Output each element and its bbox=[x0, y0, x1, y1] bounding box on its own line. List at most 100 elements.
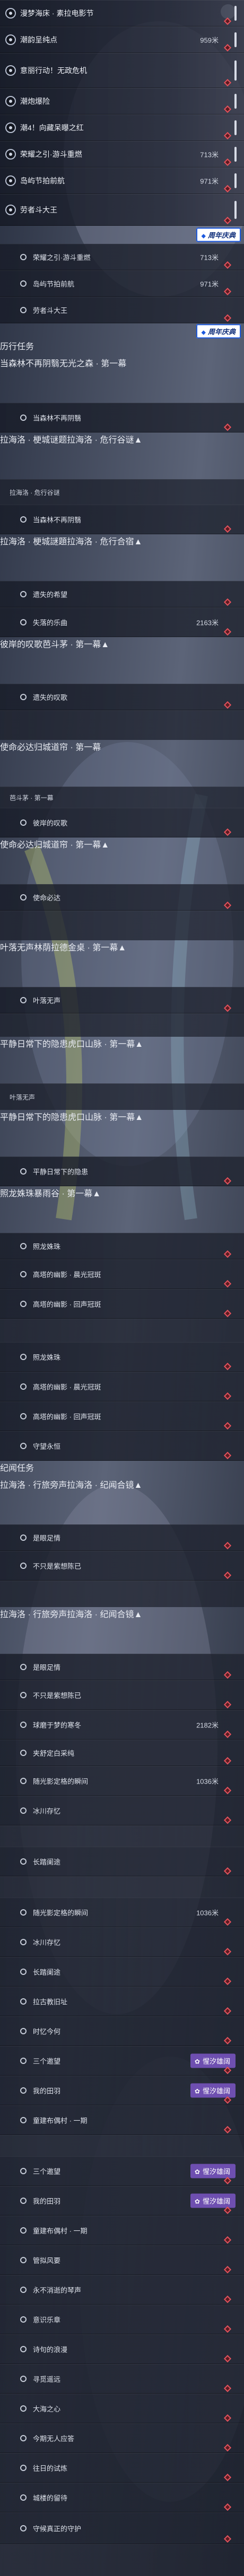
collapse-chevron-icon[interactable]: ▲ bbox=[101, 640, 109, 649]
quest-group-header[interactable]: 拉海洛 · 行旅旁声拉海洛 · 纪闻合镜▲ bbox=[0, 1607, 244, 1654]
collapse-chevron-icon[interactable]: ▲ bbox=[135, 1040, 143, 1049]
quest-group-header[interactable]: 当森林不再阴翳无光之森 · 第一幕 bbox=[0, 356, 244, 403]
location-diamond-icon bbox=[223, 1004, 232, 1012]
step-row[interactable]: 彼岸的叹歌 bbox=[0, 808, 244, 837]
step-row[interactable]: 三个邀望惺汐雄阔 bbox=[0, 2156, 244, 2186]
step-row[interactable]: 岛屿节拍前航 971米 bbox=[0, 270, 244, 297]
step-row[interactable]: 诗句的浪漫 bbox=[0, 2334, 244, 2364]
collapse-chevron-icon[interactable]: ▲ bbox=[134, 537, 142, 546]
step-row[interactable]: 往日的试炼 bbox=[0, 2453, 244, 2483]
step-row[interactable]: 管拟风要 bbox=[0, 2245, 244, 2275]
step-row[interactable]: 三个邀望惺汐雄阔 bbox=[0, 2046, 244, 2076]
quest-row[interactable]: 漫梦海床 · 素拉电影节 bbox=[0, 0, 244, 27]
step-row[interactable]: 大海之心 bbox=[0, 2394, 244, 2423]
quest-group-header[interactable]: 拉海洛 · 梗城謎題拉海洛 · 危行合宿▲ bbox=[0, 534, 244, 581]
step-row[interactable]: 时忆今何 bbox=[0, 2016, 244, 2046]
quest-group-header[interactable]: 拉海洛 · 梗城谜题拉海洛 · 危行谷谜▲ bbox=[0, 433, 244, 479]
step-row[interactable]: 高塔的幽影 · 回声冠斑 bbox=[0, 1289, 244, 1319]
step-row[interactable]: 高塔的幽影 · 回声冠斑 bbox=[0, 1401, 244, 1431]
step-row[interactable]: 童建布偶村 · 一期 bbox=[0, 2105, 244, 2135]
step-row[interactable]: 照龙姝珠 bbox=[0, 1233, 244, 1259]
quest-row[interactable]: 潮韵呈纯点 959米 bbox=[0, 27, 244, 53]
location-diamond-icon bbox=[223, 184, 232, 193]
step-row[interactable]: 高塔的幽影 · 晨光冠斑 bbox=[0, 1372, 244, 1401]
collapse-chevron-icon[interactable]: ▲ bbox=[134, 436, 142, 445]
quest-marker-icon bbox=[20, 2465, 27, 2471]
quest-group-header[interactable]: 平静日常下的隐患虎口山脉 · 第一幕▲ bbox=[0, 1037, 244, 1083]
quest-group-header[interactable]: 彼岸的叹歌芭斗茅 · 第一幕▲ bbox=[0, 637, 244, 684]
collapse-chevron-icon[interactable]: ▲ bbox=[134, 1610, 142, 1619]
step-row[interactable]: 荣耀之引·游斗重燃 713米 bbox=[0, 244, 244, 270]
event-badge-label: 周年庆典 bbox=[196, 324, 241, 339]
quest-row[interactable]: 劳者斗大王 bbox=[0, 194, 244, 226]
location-diamond-icon bbox=[223, 525, 232, 533]
step-row[interactable]: 高塔的幽影 · 晨光冠斑 bbox=[0, 1259, 244, 1289]
step-row[interactable]: 平静日常下的隐患 bbox=[0, 1157, 244, 1186]
step-row[interactable]: 当森林不再阴翳 bbox=[0, 403, 244, 433]
step-row[interactable]: 随光影定格的瞬间 1036米 bbox=[0, 1898, 244, 1927]
location-diamond-icon bbox=[223, 828, 232, 836]
step-row[interactable]: 我的田羽惺汐雄阔 bbox=[0, 2076, 244, 2105]
step-row[interactable]: 当森林不再阴翳 bbox=[0, 505, 244, 534]
step-row[interactable]: 遗失的叹歌 bbox=[0, 684, 244, 710]
step-row[interactable]: 永不消逝的琴声 bbox=[0, 2275, 244, 2305]
quest-group-header[interactable]: 使命必达归城道帘 · 第一幕 bbox=[0, 740, 244, 787]
quest-name: 往日的试炼 bbox=[33, 2464, 68, 2473]
quest-group-header[interactable]: 拉海洛 · 行旅旁声拉海洛 · 纪闻合镜▲ bbox=[0, 1478, 244, 1524]
step-row[interactable]: 劳者斗大王 bbox=[0, 297, 244, 323]
quest-group-header[interactable]: 照龙姝珠暴雨谷 · 第一幕▲ bbox=[0, 1186, 244, 1233]
step-row[interactable]: 寻觅遥远 bbox=[0, 2364, 244, 2394]
location-diamond-icon bbox=[223, 43, 232, 52]
step-row[interactable]: 城楼的留待 bbox=[0, 2483, 244, 2512]
step-row[interactable]: 是眼足情 bbox=[0, 1654, 244, 1680]
step-row[interactable]: 长踏阑途 bbox=[0, 1847, 244, 1876]
step-row[interactable]: 不只是紫想陈已 bbox=[0, 1551, 244, 1581]
quest-name: 是眼足情 bbox=[33, 1663, 61, 1672]
step-row[interactable]: 随光影定格的瞬间 1036米 bbox=[0, 1766, 244, 1796]
quest-name: 意识乐章 bbox=[33, 2316, 61, 2324]
step-row[interactable]: 失落的乐曲 2163米 bbox=[0, 607, 244, 637]
quest-group-header[interactable]: 使命必达归城道帘 · 第一幕▲ bbox=[0, 837, 244, 884]
step-row[interactable]: 球磨于梦的寒冬 2182米 bbox=[0, 1710, 244, 1740]
step-row[interactable]: 使命必达 bbox=[0, 884, 244, 911]
step-row[interactable]: 冰川存忆 bbox=[0, 1796, 244, 1825]
step-row[interactable]: 是眼足情 bbox=[0, 1524, 244, 1551]
collapse-chevron-icon[interactable]: ▲ bbox=[118, 943, 126, 952]
quest-group-header[interactable]: 叶落无声林荫拉德金桌 · 第一幕▲ bbox=[0, 940, 244, 987]
step-row[interactable]: 长踏阑途 bbox=[0, 1957, 244, 1987]
event-badge-row[interactable]: 周年庆典 bbox=[0, 323, 244, 339]
step-row[interactable]: 叶落无声 bbox=[0, 987, 244, 1013]
collapse-chevron-icon[interactable]: ▲ bbox=[134, 1481, 142, 1490]
step-row[interactable]: 童建布偶村 · 一期 bbox=[0, 2216, 244, 2245]
section-header[interactable]: 历行任务 bbox=[0, 339, 244, 356]
quest-title: 拉海洛 · 梗城謎題 bbox=[0, 537, 67, 546]
quest-name: 不只是紫想陈已 bbox=[33, 1691, 82, 1700]
collapse-chevron-icon[interactable]: ▲ bbox=[135, 1113, 143, 1122]
step-row[interactable]: 我的田羽惺汐雄阔 bbox=[0, 2186, 244, 2216]
location-diamond-icon bbox=[223, 901, 232, 910]
step-row[interactable]: 不只是紫想陈已 bbox=[0, 1680, 244, 1710]
step-row[interactable]: 夹舒定白采纯 bbox=[0, 1740, 244, 1766]
quest-row[interactable]: 潮4！向藏呆曝之红 bbox=[0, 114, 244, 141]
step-row[interactable]: 拉古教旧址 bbox=[0, 1987, 244, 2016]
quest-group-header[interactable]: 平静日常下的隐患虎口山脉 · 第一幕▲ bbox=[0, 1110, 244, 1157]
quest-title: 拉海洛 · 行旅旁声 bbox=[0, 1610, 67, 1619]
step-row[interactable]: 遗失的希望 bbox=[0, 581, 244, 607]
quest-row[interactable]: 岛屿节拍前航 971米 bbox=[0, 167, 244, 194]
event-badge-row[interactable]: 周年庆典 bbox=[0, 226, 244, 244]
collapse-chevron-icon[interactable]: ▲ bbox=[92, 1189, 101, 1198]
collapsed-strip bbox=[0, 1581, 244, 1607]
distance-label: 959米 bbox=[200, 36, 219, 45]
step-row[interactable]: 冰川存忆 bbox=[0, 1927, 244, 1957]
step-row[interactable]: 守望永恒 bbox=[0, 1431, 244, 1461]
step-row[interactable]: 意识乐章 bbox=[0, 2305, 244, 2334]
collapse-chevron-icon[interactable]: ▲ bbox=[101, 841, 109, 850]
quest-row[interactable]: 潮炮爆险 bbox=[0, 88, 244, 114]
step-row[interactable]: 照龙姝珠 bbox=[0, 1342, 244, 1372]
section-header[interactable]: 纪闻任务 bbox=[0, 1461, 244, 1478]
quest-row[interactable]: 荣耀之引·游斗重燃 713米 bbox=[0, 141, 244, 167]
strip-label: 拉海洛 · 危行谷谜 bbox=[10, 489, 60, 496]
quest-row[interactable]: 意丽行动！无政危机 bbox=[0, 53, 244, 88]
step-row[interactable]: 今期无人应答 bbox=[0, 2423, 244, 2453]
step-row[interactable]: 守候真正的守护 bbox=[0, 2512, 244, 2544]
